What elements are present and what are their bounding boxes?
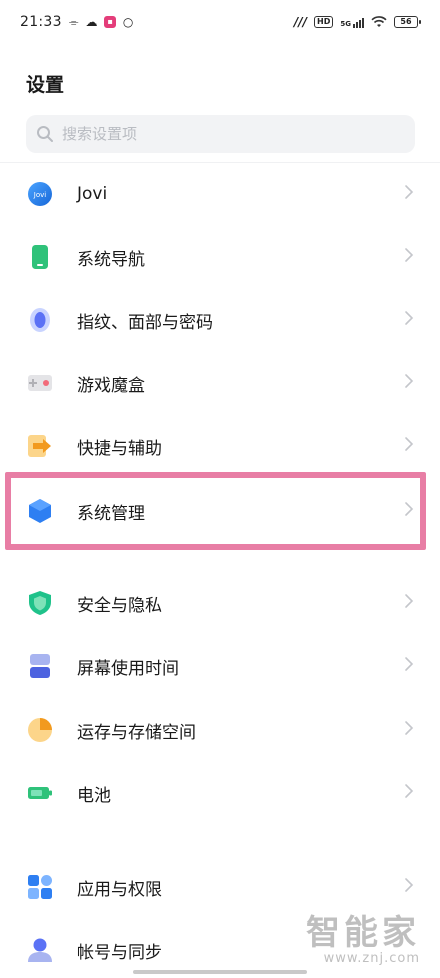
chevron-right-icon: [404, 656, 414, 676]
apps-grid-icon: [27, 874, 53, 900]
shortcut-arrow-icon: [27, 433, 53, 459]
cloud-icon: ☁: [85, 15, 98, 29]
app-notification-icon: ▪: [104, 16, 116, 28]
search-icon: [37, 126, 53, 142]
settings-item-label: Jovi: [77, 184, 108, 204]
settings-item-label: 电池: [77, 785, 111, 806]
fingerprint-icon: [27, 307, 53, 333]
settings-item-label: 应用与权限: [77, 879, 162, 900]
watermark-url: www.znj.com: [323, 951, 420, 966]
watermark: 智能家 www.znj.com: [306, 915, 420, 966]
storage-pie-icon: [27, 717, 53, 743]
cellular-signal-icon: 5G: [340, 16, 364, 28]
shield-icon: [27, 590, 53, 616]
battery-indicator: 56: [394, 16, 421, 28]
chevron-right-icon: [404, 310, 414, 330]
chevron-right-icon: [404, 877, 414, 897]
settings-item-jovi[interactable]: Jovi Jovi: [0, 162, 440, 226]
chevron-right-icon: [404, 783, 414, 803]
settings-item-screen-time[interactable]: 屏幕使用时间: [0, 634, 440, 698]
chevron-right-icon: [404, 720, 414, 740]
chevron-right-icon: [404, 373, 414, 393]
settings-item-label: 游戏魔盒: [77, 375, 145, 396]
settings-item-label: 指纹、面部与密码: [77, 312, 213, 333]
status-time: 21:33: [20, 14, 62, 30]
settings-item-label: 运存与存储空间: [77, 722, 196, 743]
settings-item-battery[interactable]: 电池: [0, 761, 440, 825]
hourglass-icon: [27, 653, 53, 679]
chevron-right-icon: [404, 184, 414, 204]
chevron-right-icon: [404, 501, 414, 521]
wifi-icon: [371, 16, 387, 27]
status-right: /// HD 5G 56: [293, 15, 421, 29]
search-box[interactable]: [26, 115, 415, 153]
signal-text-icon: ///: [293, 15, 308, 29]
settings-item-label: 帐号与同步: [77, 942, 162, 963]
svg-text:Jovi: Jovi: [33, 191, 46, 199]
settings-item-shortcuts-accessibility[interactable]: 快捷与辅助: [0, 414, 440, 478]
settings-item-security-privacy[interactable]: 安全与隐私: [0, 571, 440, 635]
status-bar: 21:33 ⌯ ☁ ▪ ○ /// HD 5G 56: [0, 0, 440, 44]
network-type-label: 5G: [340, 20, 351, 28]
account-icon: [27, 937, 53, 963]
watermark-logo: 智能家: [306, 913, 420, 953]
settings-item-system-navigation[interactable]: 系统导航: [0, 225, 440, 289]
weibo-icon: ⌯: [68, 15, 79, 29]
battery-icon: [27, 780, 53, 806]
section-gap: [0, 828, 440, 836]
phone-navigation-icon: [27, 244, 53, 270]
settings-item-label: 屏幕使用时间: [77, 658, 179, 679]
hexagon-system-icon: [27, 498, 53, 524]
settings-item-label: 安全与隐私: [77, 595, 162, 616]
settings-item-system-management[interactable]: 系统管理: [0, 479, 440, 543]
ring-icon: ○: [122, 15, 134, 29]
settings-item-label: 系统管理: [77, 503, 145, 524]
chevron-right-icon: [404, 593, 414, 613]
page-title: 设置: [26, 74, 65, 96]
hd-icon: HD: [314, 16, 334, 28]
settings-item-fingerprint-face-password[interactable]: 指纹、面部与密码: [0, 288, 440, 352]
settings-item-label: 系统导航: [77, 249, 145, 270]
chevron-right-icon: [404, 436, 414, 456]
jovi-icon: Jovi: [27, 181, 53, 207]
status-left: 21:33 ⌯ ☁ ▪ ○: [20, 14, 133, 30]
chevron-right-icon: [404, 247, 414, 267]
settings-item-label: 快捷与辅助: [77, 438, 162, 459]
home-indicator[interactable]: [133, 970, 307, 974]
settings-item-memory-storage[interactable]: 运存与存储空间: [0, 698, 440, 762]
game-box-icon: [27, 370, 53, 396]
search-input[interactable]: [62, 125, 362, 143]
settings-item-apps-permissions[interactable]: 应用与权限: [0, 855, 440, 919]
settings-item-game-box[interactable]: 游戏魔盒: [0, 351, 440, 415]
